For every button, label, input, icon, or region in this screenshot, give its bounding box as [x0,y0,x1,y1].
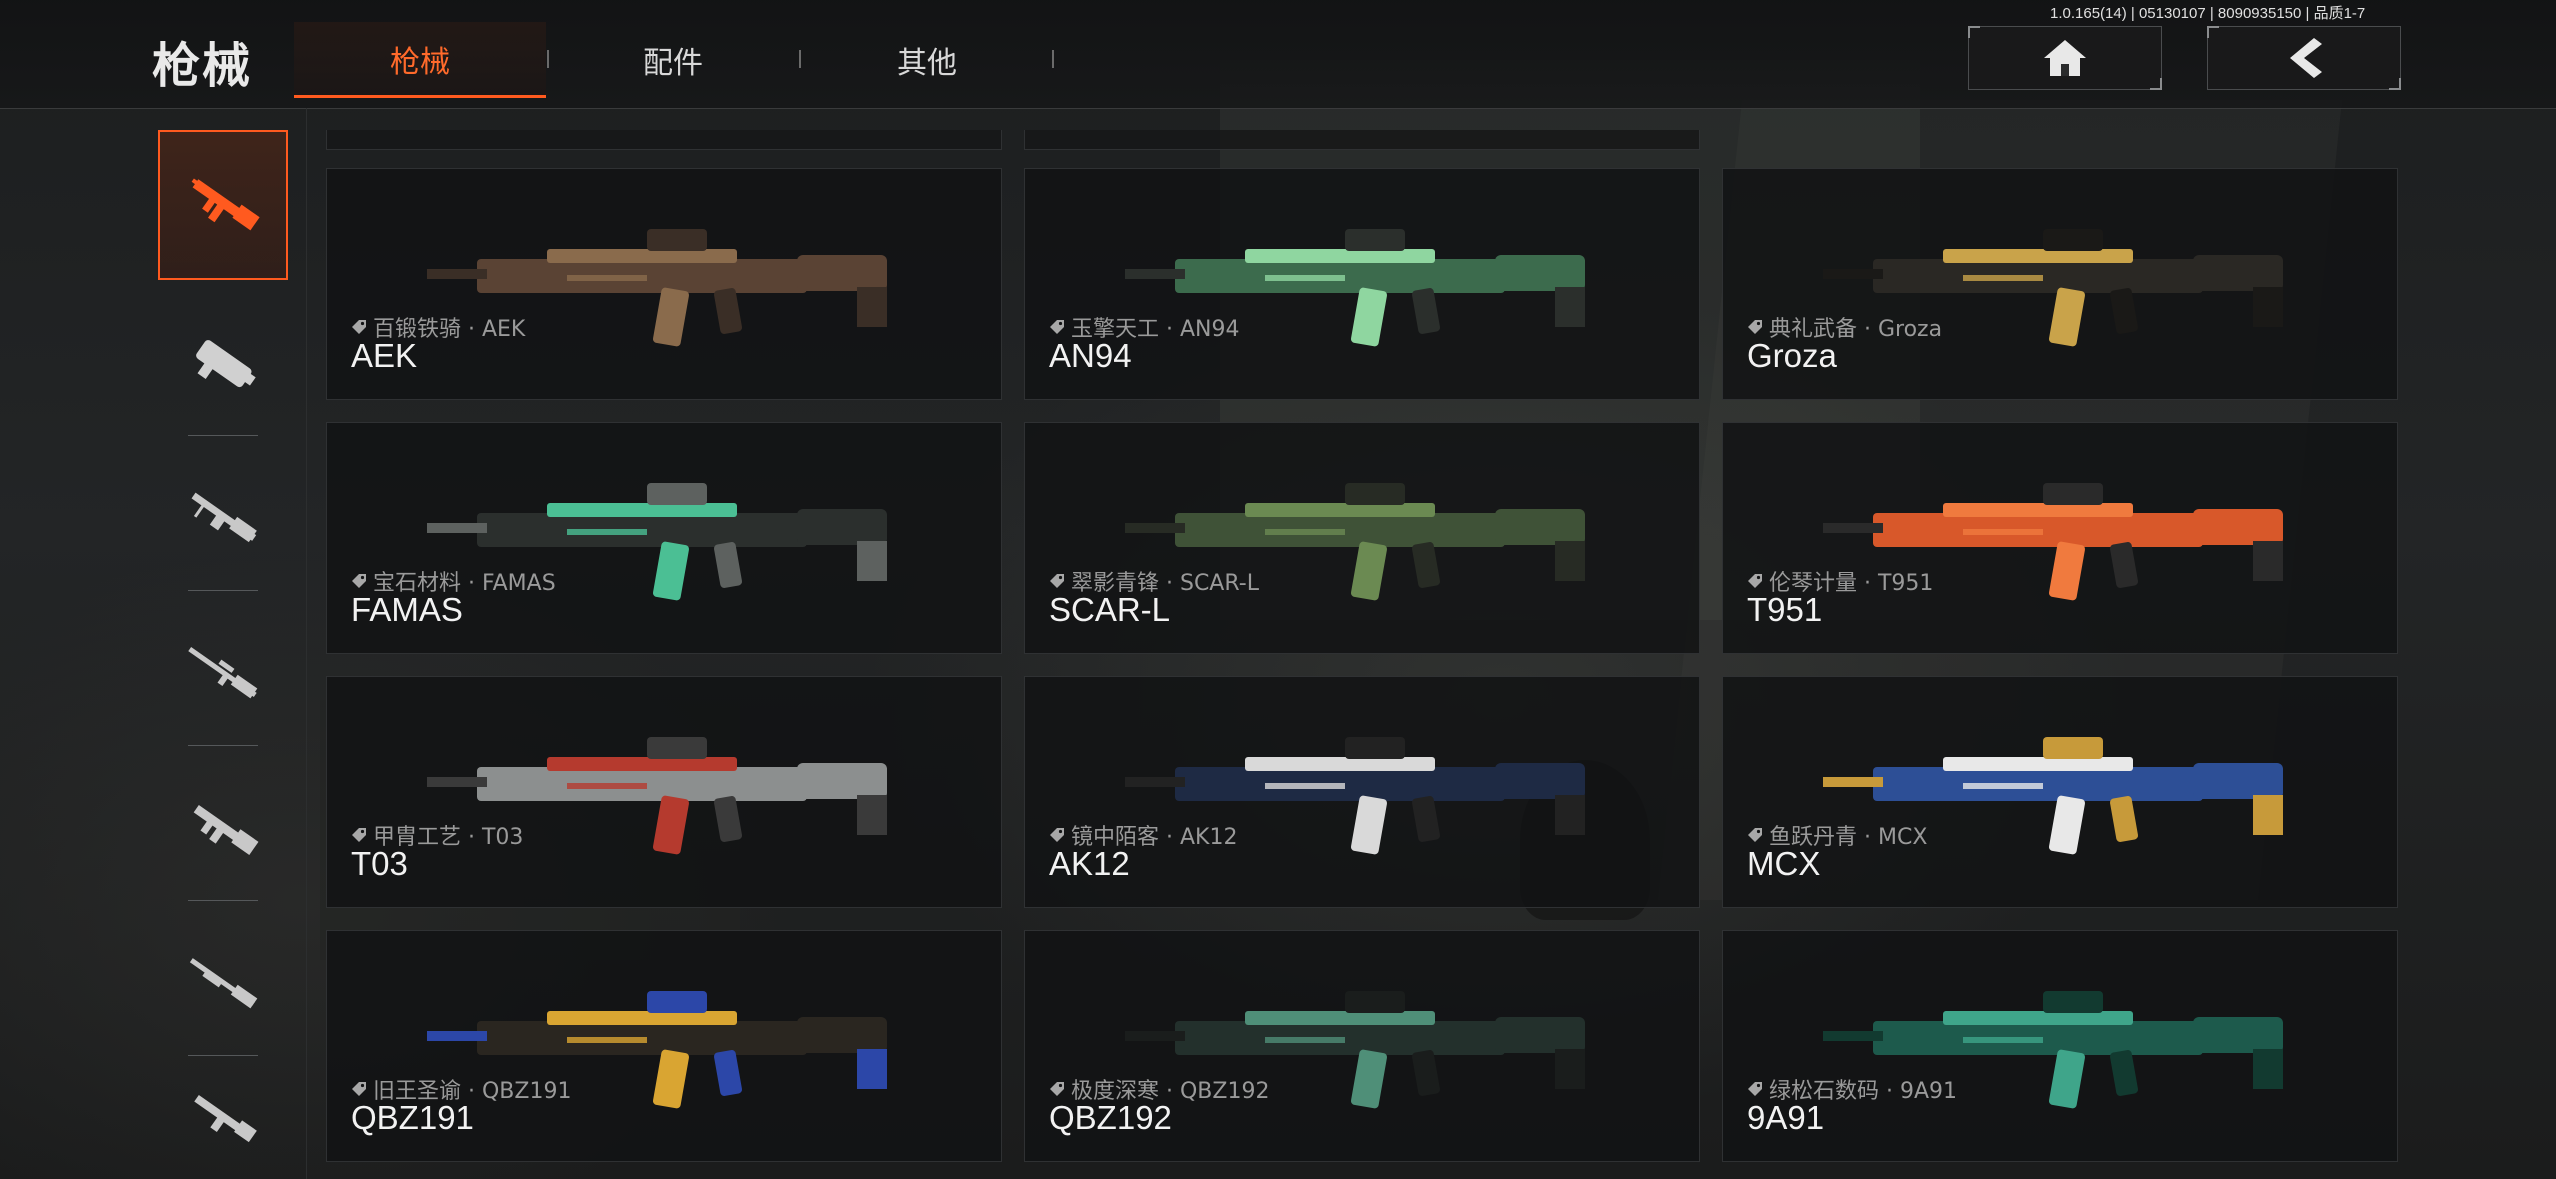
assault-rifle-icon [191,178,260,231]
weapon-card[interactable]: 绿松石数码 · 9A91 9A91 [1722,930,2398,1162]
weapon-card[interactable]: 翠影青锋 · SCAR-L SCAR-L [1024,422,1700,654]
tab-others[interactable]: 其他 [801,22,1053,98]
weapon-card[interactable]: 鱼跃丹青 · MCX MCX [1722,676,2398,908]
weapon-card[interactable]: 典礼武备 · Groza Groza [1722,168,2398,400]
tab-attachments[interactable]: 配件 [547,22,799,98]
tag-icon [1748,1082,1762,1096]
tab-label: 配件 [643,46,703,81]
weapon-name: T03 [351,845,408,882]
weapon-name: AK12 [1049,845,1130,882]
category-lmg[interactable] [158,443,288,593]
weapon-name: MCX [1747,845,1821,882]
category-smg[interactable] [158,288,288,438]
sidebar-separator [188,900,258,901]
tag-icon [1050,1082,1064,1096]
weapon-name: AEK [351,337,418,374]
weapon-card[interactable]: 极度深寒 · QBZ192 QBZ192 [1024,930,1700,1162]
weapon-card[interactable]: 百锻铁骑 · AEK AEK [326,168,1002,400]
weapon-name: QBZ191 [351,1099,474,1136]
tag-icon [1748,320,1762,334]
weapon-category-sidebar [148,108,308,1179]
tag-icon [352,320,366,334]
weapon-card[interactable]: 宝石材料 · FAMAS FAMAS [326,422,1002,654]
tab-divider [1052,50,1054,68]
tab-guns[interactable]: 枪械 [294,22,546,98]
card-row-partial [326,130,1002,150]
back-arrow-icon [2290,38,2322,78]
weapon-card[interactable]: 旧王圣谕 · QBZ191 QBZ191 [326,930,1002,1162]
weapon-name: FAMAS [351,591,463,628]
weapon-name: AN94 [1049,337,1132,374]
tag-icon [352,828,366,842]
top-bar: 枪械 枪械 配件 其他 1.0.165(14) | 05130107 | 809… [0,0,2556,109]
tag-icon [352,574,366,588]
tag-icon [1748,828,1762,842]
shotgun-icon [189,958,258,1009]
category-carbine[interactable] [158,753,288,903]
tag-icon [352,1082,366,1096]
version-text: 1.0.165(14) | 05130107 | 8090935150 | 品质… [2050,5,2366,22]
weapon-card[interactable]: 伦琴计量 · T951 T951 [1722,422,2398,654]
tag-icon [1050,828,1064,842]
weapon-name: T951 [1747,591,1823,628]
card-row-partial [1024,130,1700,150]
sniper-rifle-icon [188,647,258,699]
tab-label: 枪械 [390,44,450,80]
pistol-icon [194,1094,257,1143]
back-button[interactable] [2207,26,2401,90]
carbine-icon [193,804,259,855]
category-assault-rifle[interactable] [158,130,288,280]
weapon-name: Groza [1747,337,1837,374]
weapon-card[interactable]: 甲胄工艺 · T03 T03 [326,676,1002,908]
smg-icon [196,340,256,388]
tag-icon [1050,320,1064,334]
weapon-card[interactable]: 镜中陌客 · AK12 AK12 [1024,676,1700,908]
category-pistol[interactable] [158,1063,288,1173]
weapon-card[interactable]: 玉擎天工 · AN94 AN94 [1024,168,1700,400]
lmg-icon [191,492,257,543]
home-button[interactable] [1968,26,2162,90]
category-sniper-rifle[interactable] [158,598,288,748]
tag-icon [1748,574,1762,588]
weapon-name: QBZ192 [1049,1099,1172,1136]
page-title: 枪械 [152,38,253,94]
category-shotgun[interactable] [158,908,288,1058]
home-icon [2044,40,2086,76]
weapon-name: SCAR-L [1049,591,1171,628]
sidebar-separator [188,1055,258,1056]
tab-label: 其他 [897,46,957,81]
sidebar-separator [188,590,258,591]
sidebar-separator [188,435,258,436]
tag-icon [1050,574,1064,588]
weapon-name: 9A91 [1747,1099,1825,1136]
sidebar-separator [188,745,258,746]
